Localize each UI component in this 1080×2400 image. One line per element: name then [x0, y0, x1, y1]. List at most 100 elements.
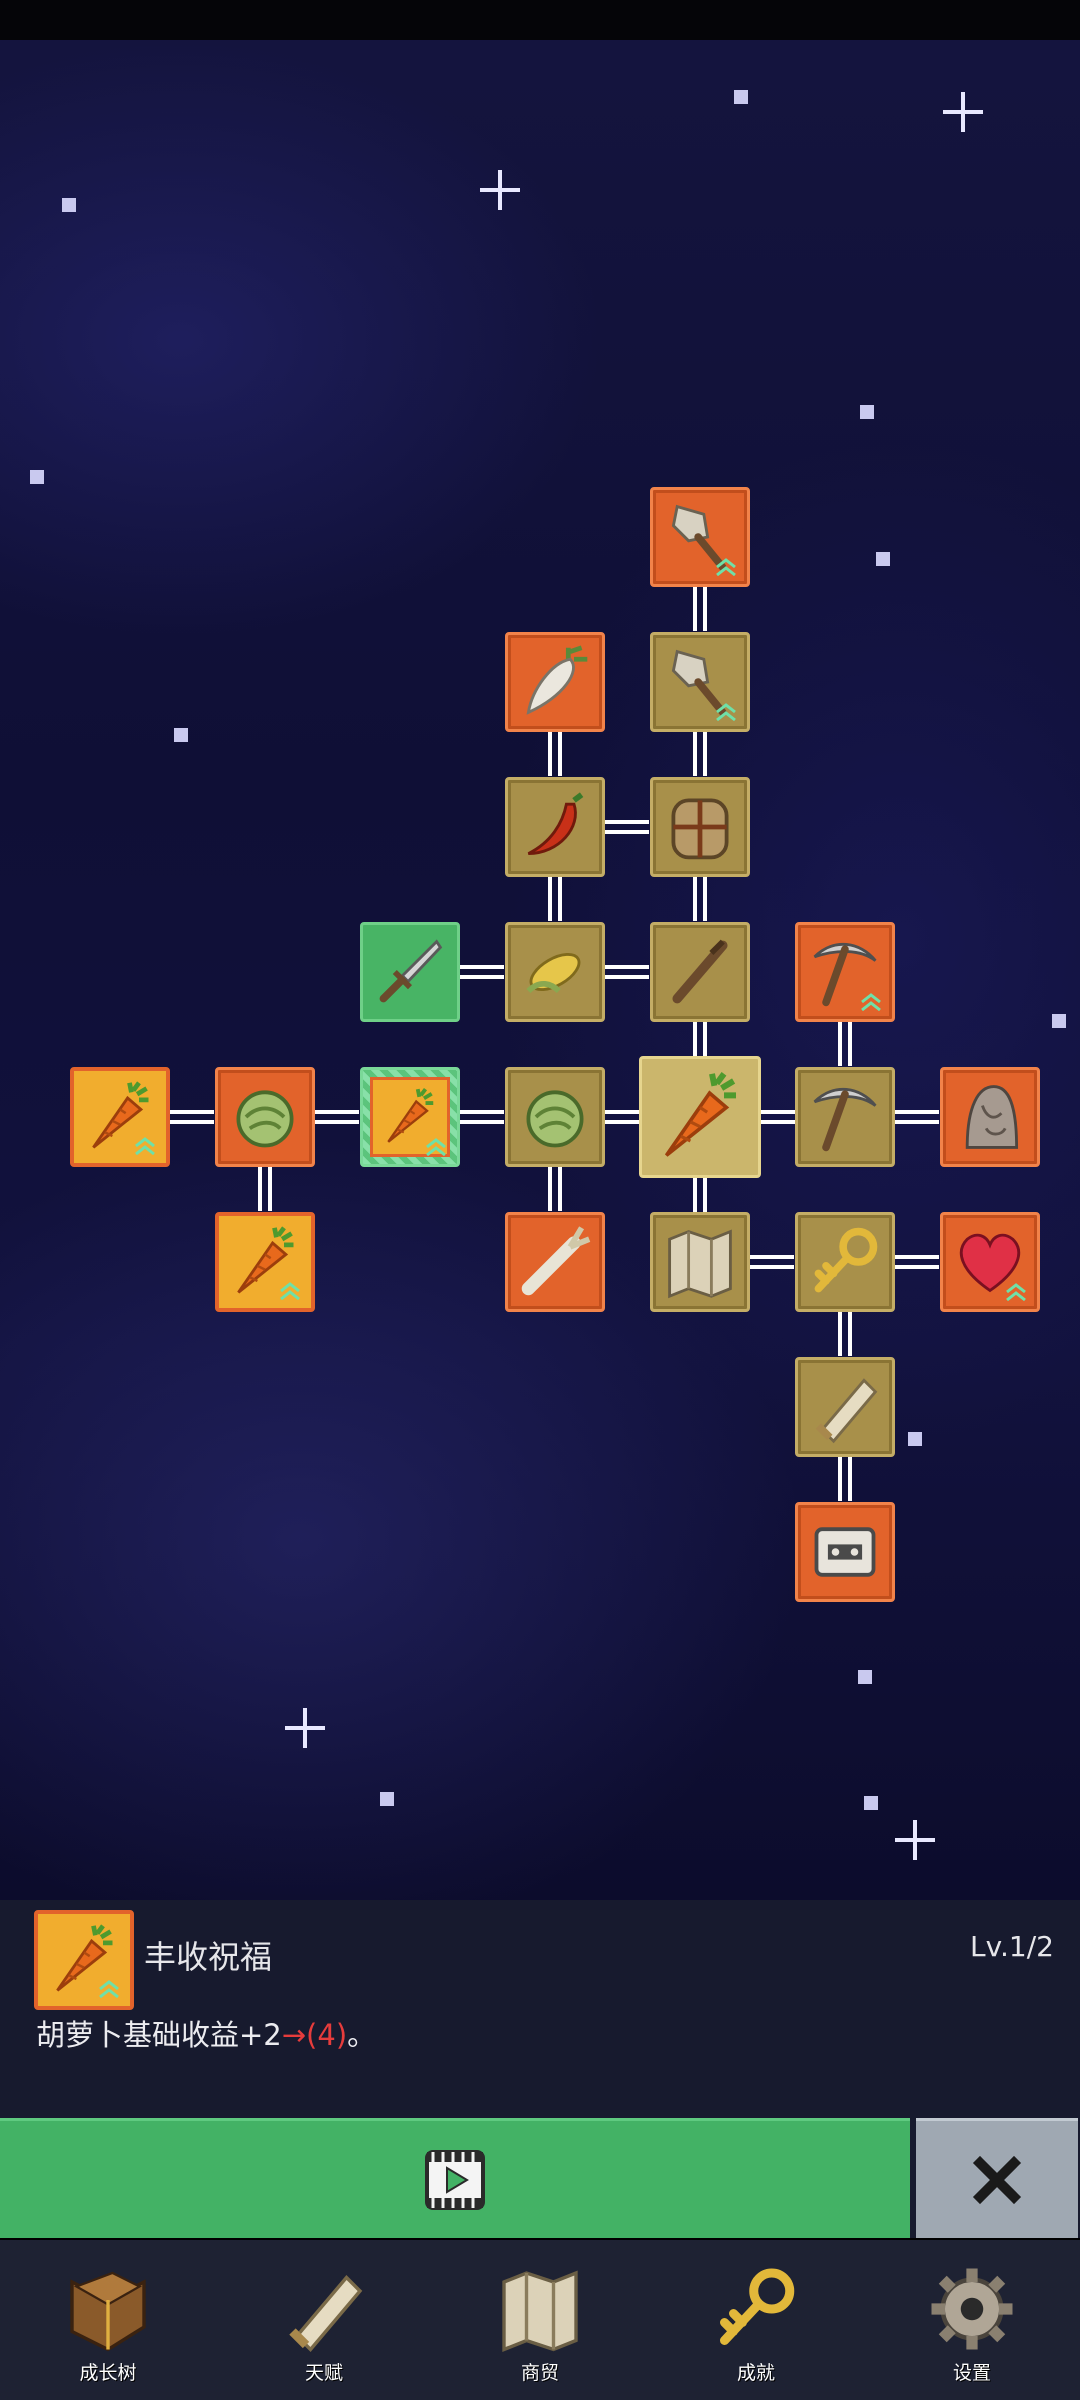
skill-node-golden-key[interactable]: [795, 1212, 895, 1312]
ghost-statue-icon: [952, 1079, 1028, 1155]
skill-node-map[interactable]: [650, 1212, 750, 1312]
skill-name: 丰收祝福: [144, 1938, 273, 1976]
nav-label: 天赋: [304, 2362, 343, 2384]
skill-node-scroll[interactable]: [795, 1357, 895, 1457]
star: [876, 552, 890, 566]
skill-node-cassette[interactable]: [795, 1502, 895, 1602]
stick-icon: [662, 934, 738, 1010]
star: [908, 1432, 922, 1446]
node-connector: [258, 1167, 272, 1211]
play-video-icon: [425, 2149, 485, 2210]
skill-node-wooden-stick[interactable]: [650, 922, 750, 1022]
node-connector: [895, 1110, 939, 1124]
star: [864, 1796, 878, 1810]
upgrade-chevron-icon: [425, 1138, 447, 1156]
star: [1052, 1014, 1066, 1028]
upgrade-chevron-icon: [279, 1282, 301, 1300]
star: [30, 470, 44, 484]
skill-node-cabbage-left[interactable]: [215, 1067, 315, 1167]
skill-node-shovel-upgrade-1[interactable]: [650, 632, 750, 732]
node-connector: [895, 1255, 939, 1269]
skill-node-pickaxe-upgrade[interactable]: [795, 922, 895, 1022]
scroll-icon: [807, 1369, 883, 1445]
key-icon: [807, 1224, 883, 1300]
selected-skill-icon: [34, 1910, 134, 2010]
node-connector: [548, 732, 562, 776]
star: [860, 405, 874, 419]
node-connector: [548, 1167, 562, 1211]
backpack-icon: [662, 789, 738, 865]
upgrade-chevron-icon: [715, 558, 737, 576]
nav-label: 成长树: [79, 2362, 137, 2384]
scroll-icon: [276, 2264, 372, 2354]
node-connector: [750, 1255, 794, 1269]
nav-achievements[interactable]: 成就: [648, 2240, 864, 2400]
skill-node-radish[interactable]: [505, 632, 605, 732]
node-connector: [170, 1110, 214, 1124]
upgrade-chevron-icon: [98, 1980, 120, 1998]
skill-description-next-value: →(4): [281, 2018, 348, 2052]
skill-description-base: 胡萝卜基础收益+2: [36, 2018, 282, 2052]
skill-node-chili[interactable]: [505, 777, 605, 877]
skill-level: Lv.1/2: [970, 1930, 1054, 1963]
node-connector: [460, 1110, 504, 1124]
skill-node-cabbage[interactable]: [505, 1067, 605, 1167]
sparkle-star: [895, 1820, 935, 1860]
nav-talent[interactable]: 天赋: [216, 2240, 432, 2400]
sparkle-star: [480, 170, 520, 210]
star: [734, 90, 748, 104]
nav-growth-tree[interactable]: 成长树: [0, 2240, 216, 2400]
nav-label: 商贸: [520, 2362, 559, 2384]
node-connector: [838, 1457, 852, 1501]
skill-node-carrot-root[interactable]: [639, 1056, 761, 1178]
skill-node-corn[interactable]: [505, 922, 605, 1022]
node-connector: [605, 965, 649, 979]
node-connector: [605, 820, 649, 834]
key-icon: [708, 2264, 804, 2354]
star: [858, 1670, 872, 1684]
book-icon: [70, 2271, 146, 2352]
node-connector: [315, 1110, 359, 1124]
leek-icon: [517, 1224, 593, 1300]
pickaxe-icon: [807, 1079, 883, 1155]
skill-node-shovel-upgrade-2[interactable]: [650, 487, 750, 587]
skill-description: 胡萝卜基础收益+2→(4)。: [36, 2012, 376, 2054]
skill-node-carrot-blessing-selected[interactable]: [360, 1067, 460, 1167]
skill-node-sword[interactable]: [360, 922, 460, 1022]
star: [380, 1792, 394, 1806]
node-connector: [693, 732, 707, 776]
sparkle-star: [943, 92, 983, 132]
status-bar: [0, 0, 1080, 40]
upgrade-chevron-icon: [1005, 1283, 1027, 1301]
skill-node-heart[interactable]: [940, 1212, 1040, 1312]
node-connector: [838, 1312, 852, 1356]
corn-icon: [517, 934, 593, 1010]
node-connector: [838, 1022, 852, 1066]
cassette-icon: [807, 1514, 883, 1590]
star: [174, 728, 188, 742]
carrot-icon: [652, 1069, 748, 1165]
skill-node-leek[interactable]: [505, 1212, 605, 1312]
bottom-nav: 成长树 天赋 商贸 成就 设置: [0, 2240, 1080, 2400]
nav-trade[interactable]: 商贸: [432, 2240, 648, 2400]
nav-settings[interactable]: 设置: [864, 2240, 1080, 2400]
node-connector: [548, 877, 562, 921]
skill-node-carrot-blessing-lower[interactable]: [215, 1212, 315, 1312]
watch-ad-upgrade-button[interactable]: [0, 2118, 910, 2238]
map-icon: [492, 2264, 588, 2354]
gear-icon: [931, 2268, 1013, 2350]
sparkle-star: [285, 1708, 331, 1754]
skill-node-ghost-statue[interactable]: [940, 1067, 1040, 1167]
skill-node-backpack[interactable]: [650, 777, 750, 877]
close-icon: [972, 2155, 1022, 2204]
skill-node-pickaxe[interactable]: [795, 1067, 895, 1167]
upgrade-chevron-icon: [715, 703, 737, 721]
close-button[interactable]: [916, 2118, 1078, 2238]
node-connector: [693, 877, 707, 921]
chili-pepper-icon: [517, 789, 593, 865]
star: [62, 198, 76, 212]
cabbage-icon: [517, 1079, 593, 1155]
nav-label: 成就: [736, 2362, 775, 2384]
node-connector: [693, 587, 707, 631]
skill-node-carrot-blessing-outer[interactable]: [70, 1067, 170, 1167]
